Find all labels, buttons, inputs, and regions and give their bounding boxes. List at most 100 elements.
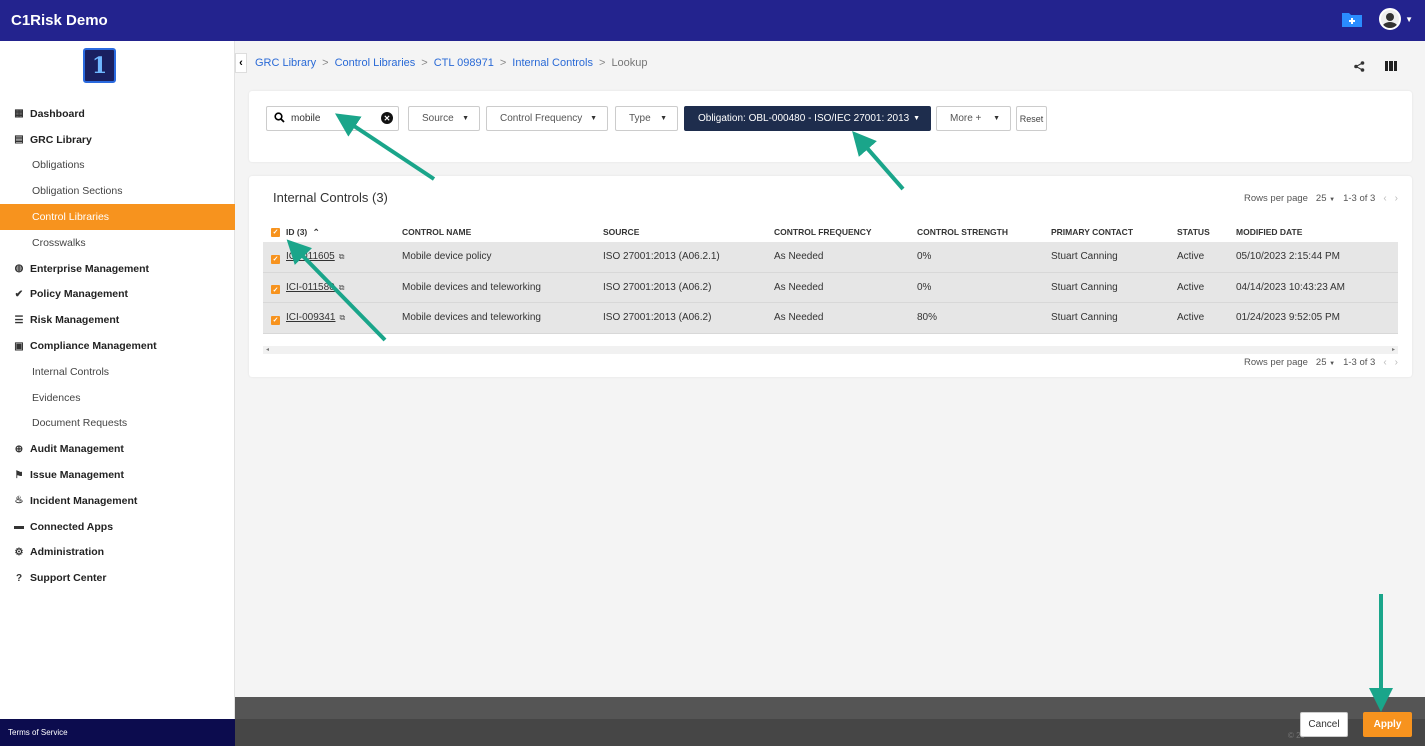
- columns-icon[interactable]: [1385, 61, 1397, 71]
- sidebar-item-label: Internal Controls: [32, 365, 110, 378]
- page-range: 1-3 of 3: [1343, 357, 1376, 368]
- table-row[interactable]: ✓ ICI-011605 ⧉ Mobile device policy ISO 2700…: [263, 242, 1398, 273]
- column-header-primary-contact[interactable]: PRIMARY CONTACT: [1051, 227, 1133, 237]
- terms-of-service-link[interactable]: Terms of Service: [0, 719, 235, 746]
- contact-cell: Stuart Canning: [1051, 312, 1118, 323]
- fire-icon: ♨: [14, 495, 24, 507]
- user-avatar[interactable]: [1379, 8, 1402, 30]
- contact-cell: Stuart Canning: [1051, 251, 1118, 262]
- breadcrumb-internal-controls[interactable]: Internal Controls: [512, 57, 593, 69]
- sidebar-item-issue-management[interactable]: ⚑ Issue Management: [0, 462, 235, 488]
- sidebar-item-document-requests[interactable]: Document Requests: [0, 411, 235, 437]
- sidebar-item-label: Policy Management: [30, 288, 129, 301]
- prev-page-icon[interactable]: ‹: [1383, 357, 1386, 368]
- table-row[interactable]: ✓ ICI-011580 ⧉ Mobile devices and teleworki…: [263, 272, 1398, 303]
- breadcrumb-ctl[interactable]: CTL 098971: [434, 57, 494, 69]
- sidebar-item-connected-apps[interactable]: ▬ Connected Apps: [0, 514, 235, 540]
- table-header: ✓ ID (3) ⌃ CONTROL NAME SOURCE CONTROL F…: [265, 220, 1398, 242]
- sidebar-item-dashboard[interactable]: ▦ Dashboard: [0, 101, 235, 127]
- sidebar-item-enterprise-management[interactable]: ◍ Enterprise Management: [0, 256, 235, 282]
- search-input[interactable]: [291, 113, 376, 124]
- column-header-source[interactable]: SOURCE: [603, 227, 639, 237]
- top-bar: C1Risk Demo ▼: [0, 0, 1425, 41]
- reset-button[interactable]: Reset: [1016, 106, 1047, 131]
- caret-down-icon: ▼: [590, 115, 597, 122]
- sidebar-item-label: Enterprise Management: [30, 262, 150, 275]
- row-checkbox[interactable]: ✓: [271, 284, 280, 295]
- external-link-icon[interactable]: ⧉: [339, 313, 345, 322]
- rows-per-page-value: 25: [1315, 193, 1327, 204]
- rows-per-page-select[interactable]: 25 ▼: [1316, 357, 1335, 368]
- next-page-icon[interactable]: ›: [1395, 357, 1398, 368]
- row-checkbox[interactable]: ✓: [271, 253, 280, 264]
- control-id-link[interactable]: ICI-011605: [286, 251, 335, 262]
- sidebar-item-label: Administration: [30, 546, 105, 559]
- collapse-sidebar-button[interactable]: ‹: [235, 53, 247, 73]
- modified-date-cell: 04/14/2023 10:43:23 AM: [1236, 281, 1345, 293]
- sidebar-item-evidences[interactable]: Evidences: [0, 385, 235, 411]
- globe-icon: ◍: [14, 263, 24, 275]
- select-all-checkbox[interactable]: ✓: [271, 226, 280, 237]
- column-header-id[interactable]: ID (3) ⌃: [286, 227, 320, 238]
- help-icon: ?: [15, 572, 23, 584]
- horizontal-scrollbar[interactable]: ◂ ▸: [263, 346, 1398, 354]
- sidebar-item-control-libraries[interactable]: Control Libraries: [0, 204, 235, 230]
- sidebar-item-administration[interactable]: ⚙ Administration: [0, 540, 235, 566]
- search-box[interactable]: ✕: [266, 106, 399, 131]
- clear-search-icon[interactable]: ✕: [381, 112, 393, 124]
- search-icon: [274, 111, 285, 126]
- column-header-control-name[interactable]: CONTROL NAME: [402, 227, 471, 237]
- sidebar-item-grc-library[interactable]: ▤ GRC Library: [0, 127, 235, 153]
- column-header-control-frequency[interactable]: CONTROL FREQUENCY: [774, 227, 872, 237]
- sidebar-item-incident-management[interactable]: ♨ Incident Management: [0, 488, 235, 514]
- bottom-strip: [235, 697, 1425, 719]
- sidebar-item-label: Audit Management: [30, 443, 124, 456]
- column-header-modified-date[interactable]: MODIFIED DATE: [1236, 227, 1302, 237]
- more-filters-button[interactable]: More + ▼: [936, 106, 1011, 131]
- control-id-link[interactable]: ICI-011580: [286, 282, 335, 293]
- sidebar-item-crosswalks[interactable]: Crosswalks: [0, 230, 235, 256]
- apply-button[interactable]: Apply: [1363, 712, 1412, 737]
- breadcrumb-control-libraries[interactable]: Control Libraries: [335, 57, 416, 69]
- rows-per-page-label: Rows per page: [1244, 357, 1308, 368]
- rows-per-page-select[interactable]: 25 ▼: [1316, 193, 1335, 204]
- table-row[interactable]: ✓ ICI-009341 ⧉ Mobile devices and teleworki…: [263, 303, 1398, 334]
- contact-cell: Stuart Canning: [1051, 281, 1118, 293]
- sidebar-item-policy-management[interactable]: ✔ Policy Management: [0, 282, 235, 308]
- sort-ascending-icon[interactable]: ⌃: [313, 227, 320, 237]
- clipboard-icon: ▣: [14, 340, 24, 352]
- sidebar-item-obligation-sections[interactable]: Obligation Sections: [0, 178, 235, 204]
- sidebar-item-risk-management[interactable]: ☰ Risk Management: [0, 307, 235, 333]
- add-folder-icon[interactable]: [1341, 10, 1363, 28]
- sidebar-item-support-center[interactable]: ? Support Center: [0, 565, 235, 591]
- strength-cell: 80%: [917, 312, 938, 323]
- cancel-button[interactable]: Cancel: [1300, 712, 1348, 737]
- control-frequency-filter[interactable]: Control Frequency ▼: [486, 106, 608, 131]
- sidebar-item-label: Compliance Management: [30, 340, 157, 353]
- prev-page-icon[interactable]: ‹: [1383, 193, 1386, 204]
- external-link-icon[interactable]: ⧉: [339, 283, 345, 292]
- source-filter[interactable]: Source ▼: [408, 106, 480, 131]
- row-checkbox[interactable]: ✓: [271, 314, 280, 325]
- share-icon[interactable]: [1354, 61, 1365, 75]
- control-id-link[interactable]: ICI-009341: [286, 312, 335, 323]
- chevron-left-icon: ‹: [239, 57, 243, 69]
- obligation-filter[interactable]: Obligation: OBL-000480 - ISO/IEC 27001: …: [684, 106, 931, 131]
- caret-down-icon: ▼: [1329, 197, 1336, 203]
- sidebar-item-internal-controls[interactable]: Internal Controls: [0, 359, 235, 385]
- type-filter[interactable]: Type ▼: [615, 106, 678, 131]
- sidebar-item-audit-management[interactable]: ⊕ Audit Management: [0, 436, 235, 462]
- column-header-status[interactable]: STATUS: [1177, 227, 1210, 237]
- column-header-control-strength[interactable]: CONTROL STRENGTH: [917, 227, 1008, 237]
- external-link-icon[interactable]: ⧉: [339, 252, 345, 261]
- app-logo[interactable]: 1: [83, 48, 116, 83]
- scroll-right-icon[interactable]: ▸: [1392, 346, 1395, 353]
- sidebar-item-obligations[interactable]: Obligations: [0, 153, 235, 179]
- chevron-down-icon[interactable]: ▼: [1405, 15, 1413, 24]
- id-cell: ICI-011580 ⧉: [286, 282, 344, 293]
- sidebar-item-label: Obligation Sections: [32, 185, 123, 198]
- scroll-left-icon[interactable]: ◂: [266, 346, 269, 353]
- next-page-icon[interactable]: ›: [1395, 193, 1398, 204]
- breadcrumb-grc-library[interactable]: GRC Library: [255, 57, 316, 69]
- sidebar-item-compliance-management[interactable]: ▣ Compliance Management: [0, 333, 235, 359]
